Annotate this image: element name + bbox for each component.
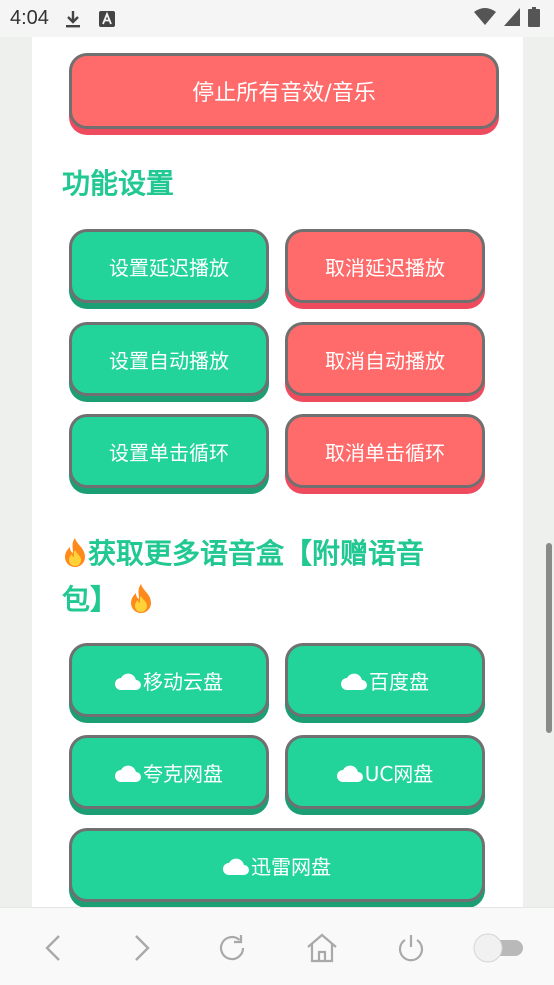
- more-heading-line1: 获取更多语音盒【附赠语音: [88, 537, 425, 570]
- cancel-auto-play-button[interactable]: 取消自动播放: [285, 322, 485, 396]
- cloud-icon: [336, 763, 363, 782]
- battery-icon: [528, 6, 540, 31]
- reload-icon[interactable]: [212, 928, 252, 968]
- set-click-loop-button[interactable]: 设置单击循环: [69, 414, 269, 488]
- bottom-nav-bar: [0, 907, 554, 985]
- cloud-icon: [223, 856, 249, 875]
- download-icon: [63, 8, 83, 30]
- baidu-pan-button[interactable]: 百度盘: [285, 643, 485, 717]
- fire-icon: [128, 581, 154, 613]
- stop-all-audio-label: 停止所有音效/音乐: [192, 81, 376, 106]
- xunlei-pan-button[interactable]: 迅雷网盘: [69, 828, 485, 902]
- set-click-loop-label: 设置单击循环: [109, 440, 229, 465]
- baidu-pan-label: 百度盘: [369, 669, 429, 694]
- back-icon[interactable]: [33, 928, 73, 968]
- toggle-switch[interactable]: [472, 928, 528, 968]
- status-time: 4:04: [10, 7, 49, 29]
- wifi-icon: [474, 7, 496, 30]
- more-heading-line2: 包】: [62, 583, 119, 616]
- set-auto-play-button[interactable]: 设置自动播放: [69, 322, 269, 396]
- fire-icon: [62, 535, 88, 567]
- cloud-icon: [115, 763, 141, 782]
- home-icon[interactable]: [302, 928, 342, 968]
- more-voiceboxes-heading: 获取更多语音盒【附赠语音 包】: [62, 531, 502, 623]
- font-a-icon: [97, 8, 117, 30]
- mobile-cloud-button[interactable]: 移动云盘: [69, 643, 269, 717]
- mobile-cloud-label: 移动云盘: [143, 669, 223, 694]
- quark-pan-label: 夸克网盘: [143, 761, 223, 786]
- cancel-auto-play-label: 取消自动播放: [325, 348, 445, 373]
- power-icon[interactable]: [391, 928, 431, 968]
- status-bar: 4:04: [0, 0, 554, 37]
- web-page: 停止所有音效/音乐 功能设置 设置延迟播放 取消延迟播放 设置自动播放 取消自动…: [32, 37, 523, 907]
- xunlei-pan-label: 迅雷网盘: [251, 854, 331, 879]
- settings-heading: 功能设置: [62, 167, 175, 200]
- page-scrollbar[interactable]: [546, 543, 552, 733]
- cancel-click-loop-label: 取消单击循环: [325, 440, 445, 465]
- uc-pan-label: UC网盘: [364, 761, 434, 786]
- stop-all-audio-button[interactable]: 停止所有音效/音乐: [69, 53, 499, 129]
- forward-icon[interactable]: [122, 928, 162, 968]
- cloud-icon: [341, 671, 367, 690]
- cancel-delay-play-button[interactable]: 取消延迟播放: [285, 229, 485, 303]
- signal-icon: [504, 7, 520, 30]
- cancel-delay-play-label: 取消延迟播放: [325, 255, 445, 280]
- set-delay-play-label: 设置延迟播放: [109, 255, 229, 280]
- set-auto-play-label: 设置自动播放: [109, 348, 229, 373]
- cloud-icon: [115, 671, 141, 690]
- uc-pan-button[interactable]: UC网盘: [285, 735, 485, 809]
- set-delay-play-button[interactable]: 设置延迟播放: [69, 229, 269, 303]
- cancel-click-loop-button[interactable]: 取消单击循环: [285, 414, 485, 488]
- quark-pan-button[interactable]: 夸克网盘: [69, 735, 269, 809]
